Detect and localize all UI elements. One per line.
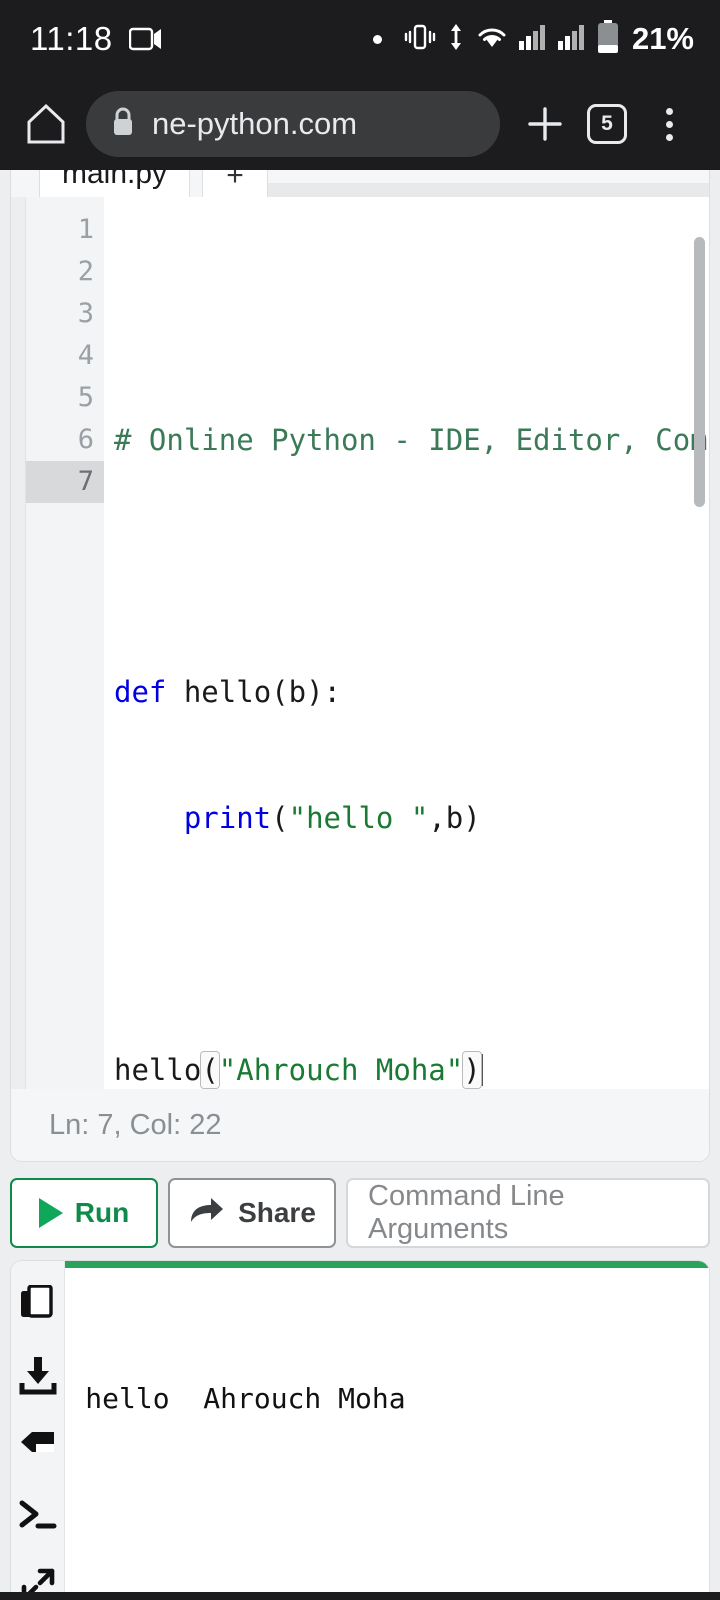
line-number: 2 bbox=[77, 256, 94, 287]
add-file-tab-label: + bbox=[226, 170, 244, 192]
editor-vertical-scrollbar[interactable] bbox=[694, 237, 705, 507]
code-lines: # Online Python - IDE, Editor, Compi def… bbox=[104, 197, 709, 1161]
share-button-label: Share bbox=[238, 1197, 316, 1228]
run-button[interactable]: Run bbox=[10, 1178, 158, 1248]
command-line-arguments-placeholder: Command Line Arguments bbox=[368, 1180, 565, 1245]
battery-percent: 21% bbox=[631, 21, 694, 56]
editor-action-row: Run Share Command Line Arguments bbox=[10, 1178, 710, 1248]
code-line-4: def hello(b): bbox=[104, 671, 709, 713]
terminal-line-program-output: hello Ahrouch Moha bbox=[85, 1382, 406, 1415]
signal-icon-2 bbox=[557, 23, 587, 56]
copy-icon[interactable] bbox=[16, 1283, 60, 1327]
browser-toolbar: ne-python.com 5 bbox=[0, 78, 720, 170]
code-line-2: # Online Python - IDE, Editor, Compi bbox=[104, 419, 709, 461]
share-icon bbox=[188, 1195, 226, 1232]
tab-switcher-button[interactable]: 5 bbox=[576, 104, 638, 144]
code-editor-card: main.py + 1 2 3 4 5 6 7 # Online Python … bbox=[10, 170, 710, 1162]
terminal-output-pane[interactable]: hello Ahrouch Moha ** Process exited - R… bbox=[65, 1261, 709, 1600]
system-navigation-strip bbox=[0, 1592, 720, 1600]
url-bar[interactable]: ne-python.com bbox=[86, 91, 500, 157]
code-paren-open: ( bbox=[271, 801, 289, 835]
code-line-5: print("hello ",b) bbox=[104, 797, 709, 839]
status-bar-icons: 21% bbox=[372, 19, 694, 59]
editor-status-bar: Ln: 7, Col: 22 bbox=[11, 1089, 709, 1161]
screen-record-icon bbox=[128, 26, 163, 52]
file-tab-label: main.py bbox=[62, 170, 168, 190]
code-print-tail: ,b) bbox=[428, 801, 481, 835]
url-text: ne-python.com bbox=[152, 106, 358, 141]
line-number-gutter: 1 2 3 4 5 6 7 bbox=[26, 197, 118, 1161]
code-bracket-close-highlight: ) bbox=[462, 1051, 482, 1089]
status-bar-clock: 11:18 bbox=[30, 20, 113, 57]
terminal-accent-bar bbox=[65, 1261, 709, 1268]
run-button-label: Run bbox=[74, 1197, 130, 1228]
line-number: 5 bbox=[77, 382, 94, 413]
battery-icon bbox=[596, 19, 620, 59]
code-comment: # Online Python - IDE, Editor, Compi bbox=[114, 423, 709, 457]
line-number-label: 4 bbox=[77, 340, 94, 371]
terminal-card: hello Ahrouch Moha ** Process exited - R… bbox=[10, 1260, 710, 1600]
code-text-pane[interactable]: # Online Python - IDE, Editor, Compi def… bbox=[104, 197, 709, 1161]
code-string-hello: "hello " bbox=[288, 801, 429, 835]
wifi-icon bbox=[475, 23, 509, 56]
home-icon[interactable] bbox=[18, 101, 74, 147]
add-file-tab-button[interactable]: + bbox=[202, 170, 269, 197]
line-number: 1 bbox=[77, 214, 94, 245]
editor-tab-strip: main.py + bbox=[11, 170, 709, 197]
share-button[interactable]: Share bbox=[168, 1178, 336, 1248]
tab-strip-filler bbox=[268, 183, 709, 197]
editor-left-rail bbox=[11, 197, 26, 1161]
line-number: 6 bbox=[77, 424, 94, 455]
command-line-arguments-input[interactable]: Command Line Arguments bbox=[346, 1178, 710, 1248]
tab-count-badge: 5 bbox=[587, 104, 627, 144]
more-options-icon[interactable] bbox=[638, 107, 700, 141]
code-def-signature: hello(b): bbox=[166, 675, 341, 709]
text-cursor bbox=[480, 1054, 483, 1086]
android-status-bar: 11:18 21% bbox=[0, 0, 720, 78]
line-number: 3 bbox=[77, 298, 94, 329]
vibrate-icon bbox=[403, 22, 437, 57]
notification-dot-icon bbox=[372, 34, 382, 44]
play-icon bbox=[38, 1198, 63, 1228]
eraser-icon[interactable] bbox=[16, 1423, 60, 1467]
signal-icon-1 bbox=[518, 23, 548, 56]
line-number: 4 bbox=[26, 335, 118, 377]
line-number-active: 7 bbox=[26, 461, 104, 503]
cursor-position-label: Ln: 7, Col: 22 bbox=[49, 1108, 222, 1141]
terminal-icon[interactable] bbox=[16, 1493, 60, 1537]
lock-icon bbox=[110, 106, 136, 143]
code-call-name: hello bbox=[114, 1053, 202, 1087]
terminal-toolbar-rail bbox=[11, 1261, 66, 1600]
new-tab-button[interactable] bbox=[514, 102, 576, 146]
python-ide-page: main.py + 1 2 3 4 5 6 7 # Online Python … bbox=[0, 170, 720, 1600]
code-print-call: print bbox=[183, 801, 272, 835]
data-transfer-icon bbox=[446, 22, 466, 57]
code-keyword-def: def bbox=[114, 675, 167, 709]
download-icon[interactable] bbox=[16, 1353, 60, 1397]
terminal-blank-gap bbox=[85, 1504, 709, 1556]
code-string-argument: "Ahrouch Moha" bbox=[218, 1053, 464, 1087]
code-line-7: hello("Ahrouch Moha") bbox=[104, 1049, 709, 1091]
code-area: 1 2 3 4 5 6 7 # Online Python - IDE, Edi… bbox=[11, 197, 709, 1161]
terminal-output-text: hello Ahrouch Moha ** Process exited - R… bbox=[65, 1268, 709, 1600]
code-bracket-open-highlight: ( bbox=[200, 1051, 220, 1089]
file-tab-main-py[interactable]: main.py bbox=[39, 170, 191, 197]
